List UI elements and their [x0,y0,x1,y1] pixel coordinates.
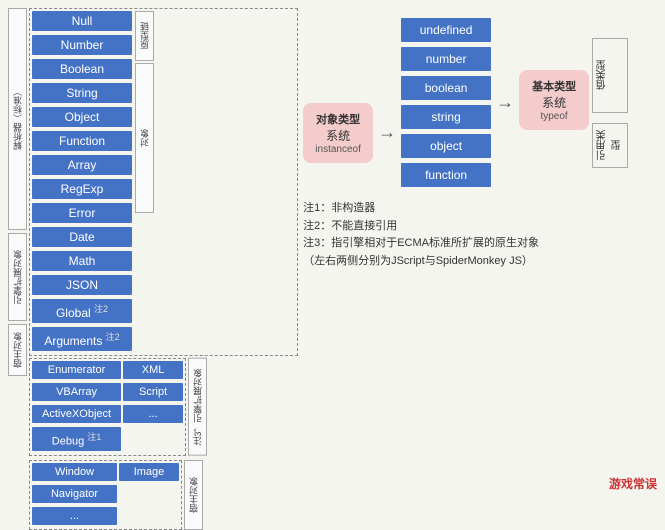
box-number: Number [32,35,132,55]
box-script: Script [123,383,183,401]
label-ext: 引擎扩展对象 [8,233,27,321]
box-arguments: Arguments 注2 [32,327,132,351]
type-object: object [401,134,491,158]
main-blue-boxes: Null Number Boolean String Object Functi… [32,11,132,353]
box-ext-ellipsis: ... [123,405,183,423]
type-function: function [401,163,491,187]
typeof-keyword: typeof [531,111,577,122]
host-boxes-group: Window Navigator ... Image [29,460,182,530]
type-side-labels: 值类型 引用类型 [592,38,628,168]
box-debug: Debug 注1 [32,427,121,451]
instanceof-title: 对象类型 [315,111,361,127]
box-activexobject: ActiveXObject [32,405,121,423]
type-string: string [401,105,491,129]
label-host-note: 宿主对象 [184,460,203,530]
outer-vertical-labels: 解析器（标准） 引擎扩展对象 宿主对象 [8,8,27,492]
box-boolean: Boolean [32,59,132,79]
box-json: JSON [32,275,132,295]
note-1: 注1：非构造器 [303,200,657,218]
box-enumerator: Enumerator [32,361,121,379]
inner-labels: 原型链 对象 [135,11,154,353]
box-array: Array [32,155,132,175]
box-image: Image [119,463,179,481]
host-left-col: Window Navigator ... [32,463,117,527]
left-content: Null Number Boolean String Object Functi… [29,8,298,492]
left-panel: 解析器（标准） 引擎扩展对象 宿主对象 Null Number Boolean … [8,8,298,492]
label-object: 对象 [135,63,154,213]
type-boolean: boolean [401,76,491,100]
watermark: 游戏常误 [609,475,657,492]
type-undefined: undefined [401,18,491,42]
typeof-box: 基本类型 系统 typeof [519,70,589,130]
type-number: number [401,47,491,71]
type-boxes-col: undefined number boolean string object f… [401,18,491,187]
box-math: Math [32,251,132,271]
notes-section: 注1：非构造器 注2：不能直接引用 注3：指引擎相对于ECMA标准所扩展的原生对… [303,200,657,270]
label-host: 宿主对象 [8,324,27,376]
box-global: Global 注2 [32,299,132,323]
value-type-group: 基本类型 系统 typeof 值类型 引用类型 [519,38,628,168]
main-layout: 解析器（标准） 引擎扩展对象 宿主对象 Null Number Boolean … [0,0,665,500]
box-regexp: RegExp [32,179,132,199]
note-4: （左右两侧分别为JScript与SpiderMonkey JS） [303,253,657,271]
ext-right-col: XML Script ... [123,361,183,453]
box-vbarray: VBArray [32,383,121,401]
label-ecma: 解析器（标准） [8,8,27,230]
label-prototype: 原型链 [135,11,154,61]
box-function: Function [32,131,132,151]
right-diagram-area: 对象类型 系统 instanceof → undefined number bo… [303,18,657,187]
box-xml: XML [123,361,183,379]
value-type-label: 值类型 [592,38,628,113]
box-string: String [32,83,132,103]
typeof-title: 基本类型 [531,78,577,94]
host-section: Window Navigator ... Image 宿主对象 [29,460,298,530]
ext-section: Enumerator VBArray ActiveXObject Debug 注… [29,358,298,456]
box-null: Null [32,11,132,31]
arrow-to-types: → [378,122,396,143]
global-note: 注2 [94,304,108,314]
debug-note: 注1 [87,432,101,442]
ext-boxes-group: Enumerator VBArray ActiveXObject Debug 注… [29,358,186,456]
right-panel: 对象类型 系统 instanceof → undefined number bo… [303,8,657,492]
typeof-col: 基本类型 系统 typeof 值类型 引用类型 [519,38,628,168]
box-object: Object [32,107,132,127]
box-window: Window [32,463,117,481]
ext-left-col: Enumerator VBArray ActiveXObject Debug 注… [32,361,121,453]
box-date: Date [32,227,132,247]
main-boxes-group: Null Number Boolean String Object Functi… [29,8,298,356]
arguments-note: 注2 [106,332,120,342]
label-ext-note: 注3，引擎扩展对象 [188,358,207,456]
box-error: Error [32,203,132,223]
box-host-ellipsis: ... [32,507,117,525]
ref-type-label: 引用类型 [592,123,628,168]
main-boxes-with-label: Null Number Boolean String Object Functi… [32,11,295,353]
instanceof-subtitle: 系统 [315,127,361,144]
arrow-to-typeof: → [496,92,514,113]
note-2: 注2：不能直接引用 [303,218,657,236]
instanceof-box: 对象类型 系统 instanceof [303,103,373,163]
host-right-col: Image [119,463,179,527]
typeof-subtitle: 系统 [531,94,577,111]
note-3: 注3：指引擎相对于ECMA标准所扩展的原生对象 [303,235,657,253]
instanceof-keyword: instanceof [315,144,361,155]
